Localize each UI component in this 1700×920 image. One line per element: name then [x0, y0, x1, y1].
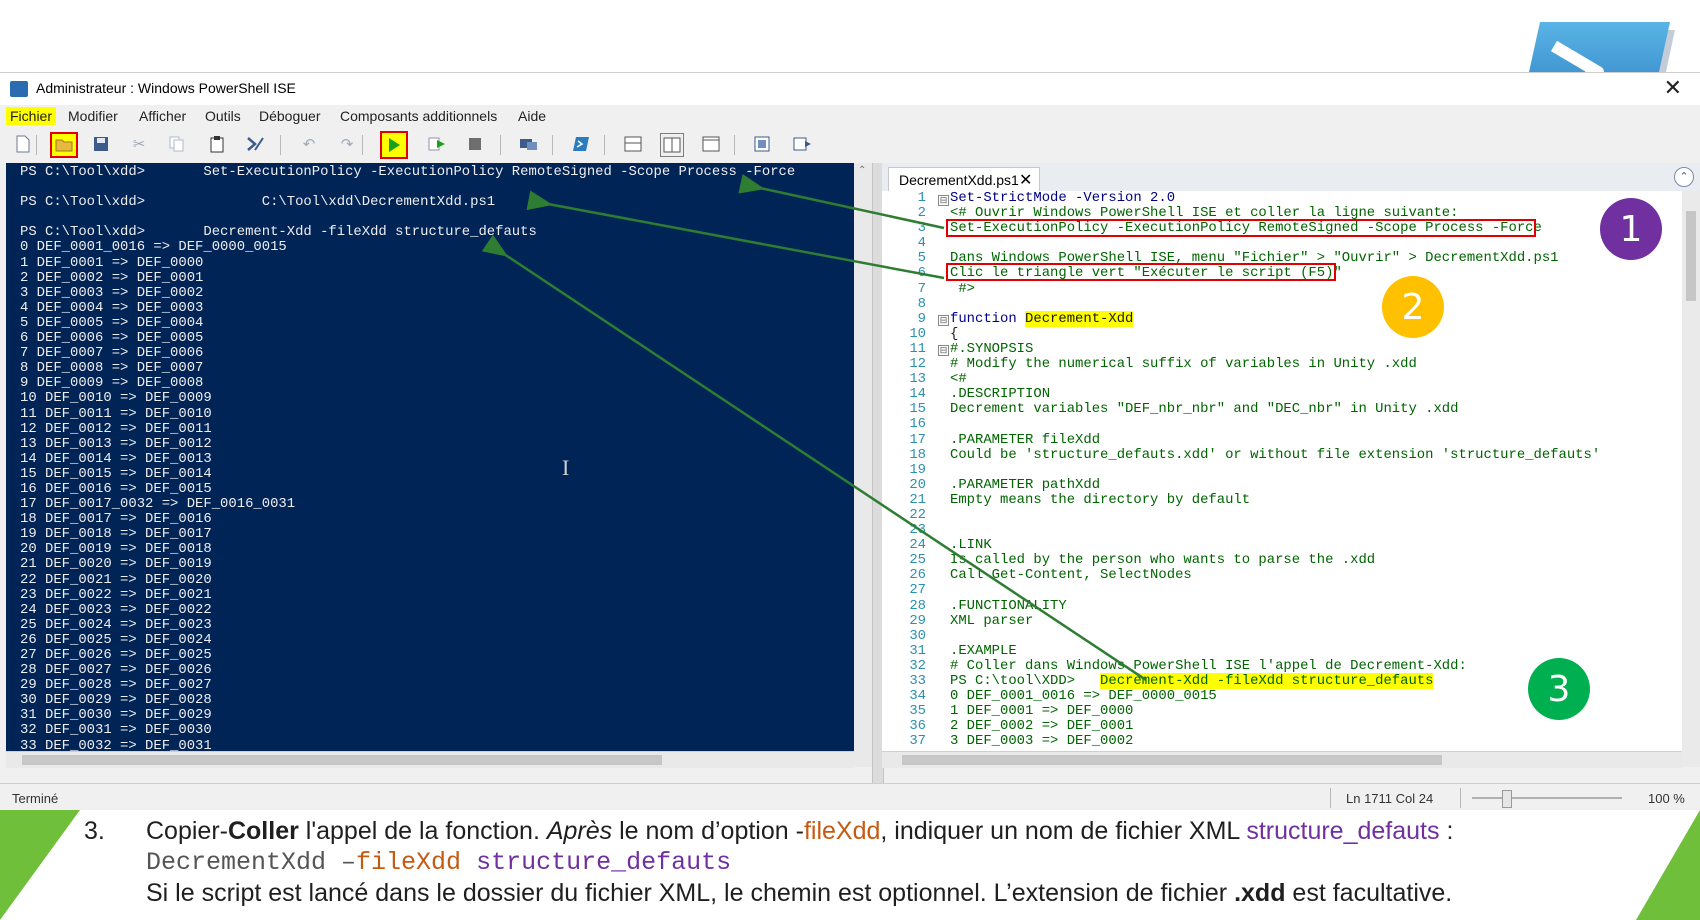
instruction-panel: 3. Copier-Coller l'appel de la fonction. … [0, 810, 1700, 920]
decorative-triangle-left [0, 810, 80, 920]
arrow-1 [738, 173, 945, 230]
annotation-arrows [481, 173, 1147, 682]
step-badge-1: 1 [1600, 198, 1662, 260]
instruction-line-1: 3. Copier-Coller l'appel de la fonction. … [84, 817, 1454, 845]
instruction-text: 3. Copier-Coller l'appel de la fonction. … [84, 816, 1624, 909]
step-badge-3: 3 [1528, 658, 1590, 720]
arrow-3 [481, 234, 1147, 682]
instruction-line-2: DecrementXdd –fileXdd structure_defauts [146, 848, 732, 877]
decorative-triangle-right [1636, 810, 1700, 920]
step-badge-2: 2 [1382, 276, 1444, 338]
instruction-line-3: Si le script est lancé dans le dossier d… [146, 879, 1453, 907]
